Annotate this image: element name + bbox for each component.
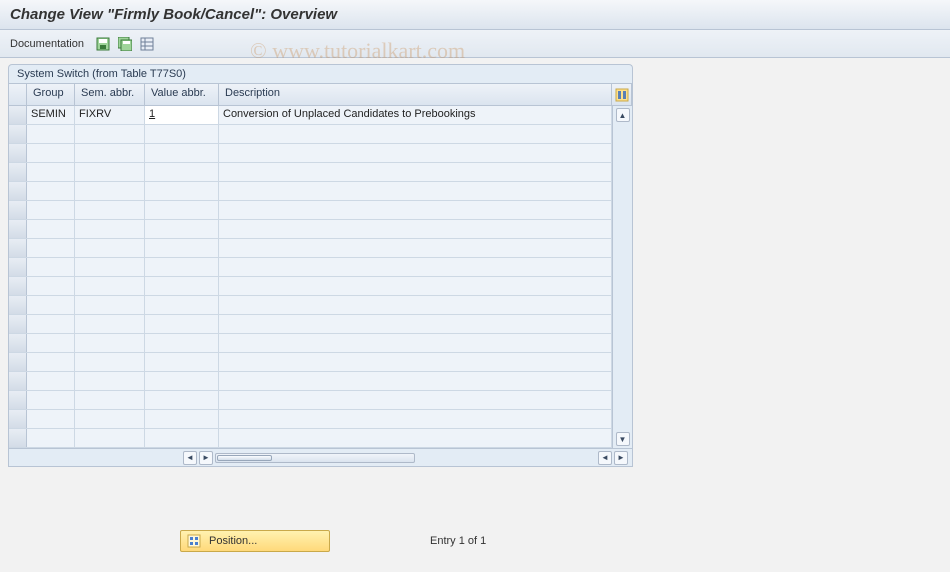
- row-selector[interactable]: [9, 277, 27, 295]
- data-grid: Group Sem. abbr. Value abbr. Description…: [8, 83, 633, 467]
- table-row[interactable]: [9, 277, 612, 296]
- row-selector[interactable]: [9, 372, 27, 390]
- save-all-icon[interactable]: [116, 35, 134, 53]
- row-selector[interactable]: [9, 106, 27, 124]
- toolbar: Documentation: [0, 30, 950, 58]
- row-selector[interactable]: [9, 334, 27, 352]
- row-selector[interactable]: [9, 201, 27, 219]
- cell-sem[interactable]: FIXRV: [75, 106, 145, 124]
- title-bar: Change View "Firmly Book/Cancel": Overvi…: [0, 0, 950, 30]
- row-selector[interactable]: [9, 163, 27, 181]
- table-row[interactable]: [9, 334, 612, 353]
- scroll-left-icon[interactable]: ◄: [183, 451, 197, 465]
- horizontal-scrollbar: ◄ ► ◄ ►: [9, 448, 632, 466]
- cell-group[interactable]: SEMIN: [27, 106, 75, 124]
- system-switch-panel: System Switch (from Table T77S0) Group S…: [8, 64, 633, 467]
- grid-body: SEMIN FIXRV 1 Conversion of Unplaced Can…: [9, 106, 632, 448]
- save-icon[interactable]: [94, 35, 112, 53]
- table-row[interactable]: [9, 353, 612, 372]
- column-header-group[interactable]: Group: [27, 84, 75, 105]
- table-row[interactable]: SEMIN FIXRV 1 Conversion of Unplaced Can…: [9, 106, 612, 125]
- table-row[interactable]: [9, 125, 612, 144]
- table-row[interactable]: [9, 182, 612, 201]
- table-row[interactable]: [9, 144, 612, 163]
- position-button[interactable]: Position...: [180, 530, 330, 552]
- cell-desc[interactable]: Conversion of Unplaced Candidates to Pre…: [219, 106, 612, 124]
- row-selector[interactable]: [9, 258, 27, 276]
- scroll-left-icon[interactable]: ◄: [598, 451, 612, 465]
- row-selector[interactable]: [9, 410, 27, 428]
- column-selector[interactable]: [9, 84, 27, 105]
- configure-columns-icon[interactable]: [612, 84, 632, 105]
- table-row[interactable]: [9, 315, 612, 334]
- table-row[interactable]: [9, 258, 612, 277]
- table-row[interactable]: [9, 429, 612, 448]
- entry-counter: Entry 1 of 1: [430, 535, 486, 547]
- table-row[interactable]: [9, 391, 612, 410]
- column-header-val[interactable]: Value abbr.: [145, 84, 219, 105]
- table-row[interactable]: [9, 163, 612, 182]
- table-row[interactable]: [9, 410, 612, 429]
- row-selector[interactable]: [9, 125, 27, 143]
- table-settings-icon[interactable]: [138, 35, 156, 53]
- table-row[interactable]: [9, 201, 612, 220]
- table-row[interactable]: [9, 239, 612, 258]
- hscroll-track[interactable]: [215, 453, 415, 463]
- panel-title: System Switch (from Table T77S0): [8, 64, 633, 83]
- scroll-up-icon[interactable]: ▲: [616, 108, 630, 122]
- vertical-scrollbar[interactable]: ▲ ▼: [612, 106, 632, 448]
- row-selector[interactable]: [9, 144, 27, 162]
- footer: Position... Entry 1 of 1: [0, 530, 950, 552]
- hscroll-thumb[interactable]: [217, 455, 272, 461]
- position-icon: [187, 534, 201, 548]
- position-label: Position...: [209, 535, 257, 547]
- row-selector[interactable]: [9, 315, 27, 333]
- table-row[interactable]: [9, 296, 612, 315]
- row-selector[interactable]: [9, 296, 27, 314]
- page-title: Change View "Firmly Book/Cancel": Overvi…: [10, 6, 940, 23]
- documentation-label[interactable]: Documentation: [10, 38, 84, 50]
- scroll-right-icon[interactable]: ►: [614, 451, 628, 465]
- column-header-desc[interactable]: Description: [219, 84, 612, 105]
- table-row[interactable]: [9, 220, 612, 239]
- grid-header: Group Sem. abbr. Value abbr. Description: [9, 84, 632, 106]
- row-selector[interactable]: [9, 239, 27, 257]
- row-selector[interactable]: [9, 353, 27, 371]
- row-selector[interactable]: [9, 220, 27, 238]
- table-row[interactable]: [9, 372, 612, 391]
- scroll-right-icon[interactable]: ►: [199, 451, 213, 465]
- row-selector[interactable]: [9, 182, 27, 200]
- row-selector[interactable]: [9, 429, 27, 447]
- grid-rows: SEMIN FIXRV 1 Conversion of Unplaced Can…: [9, 106, 612, 448]
- column-header-sem[interactable]: Sem. abbr.: [75, 84, 145, 105]
- scroll-down-icon[interactable]: ▼: [616, 432, 630, 446]
- cell-value-input[interactable]: 1: [145, 106, 219, 124]
- row-selector[interactable]: [9, 391, 27, 409]
